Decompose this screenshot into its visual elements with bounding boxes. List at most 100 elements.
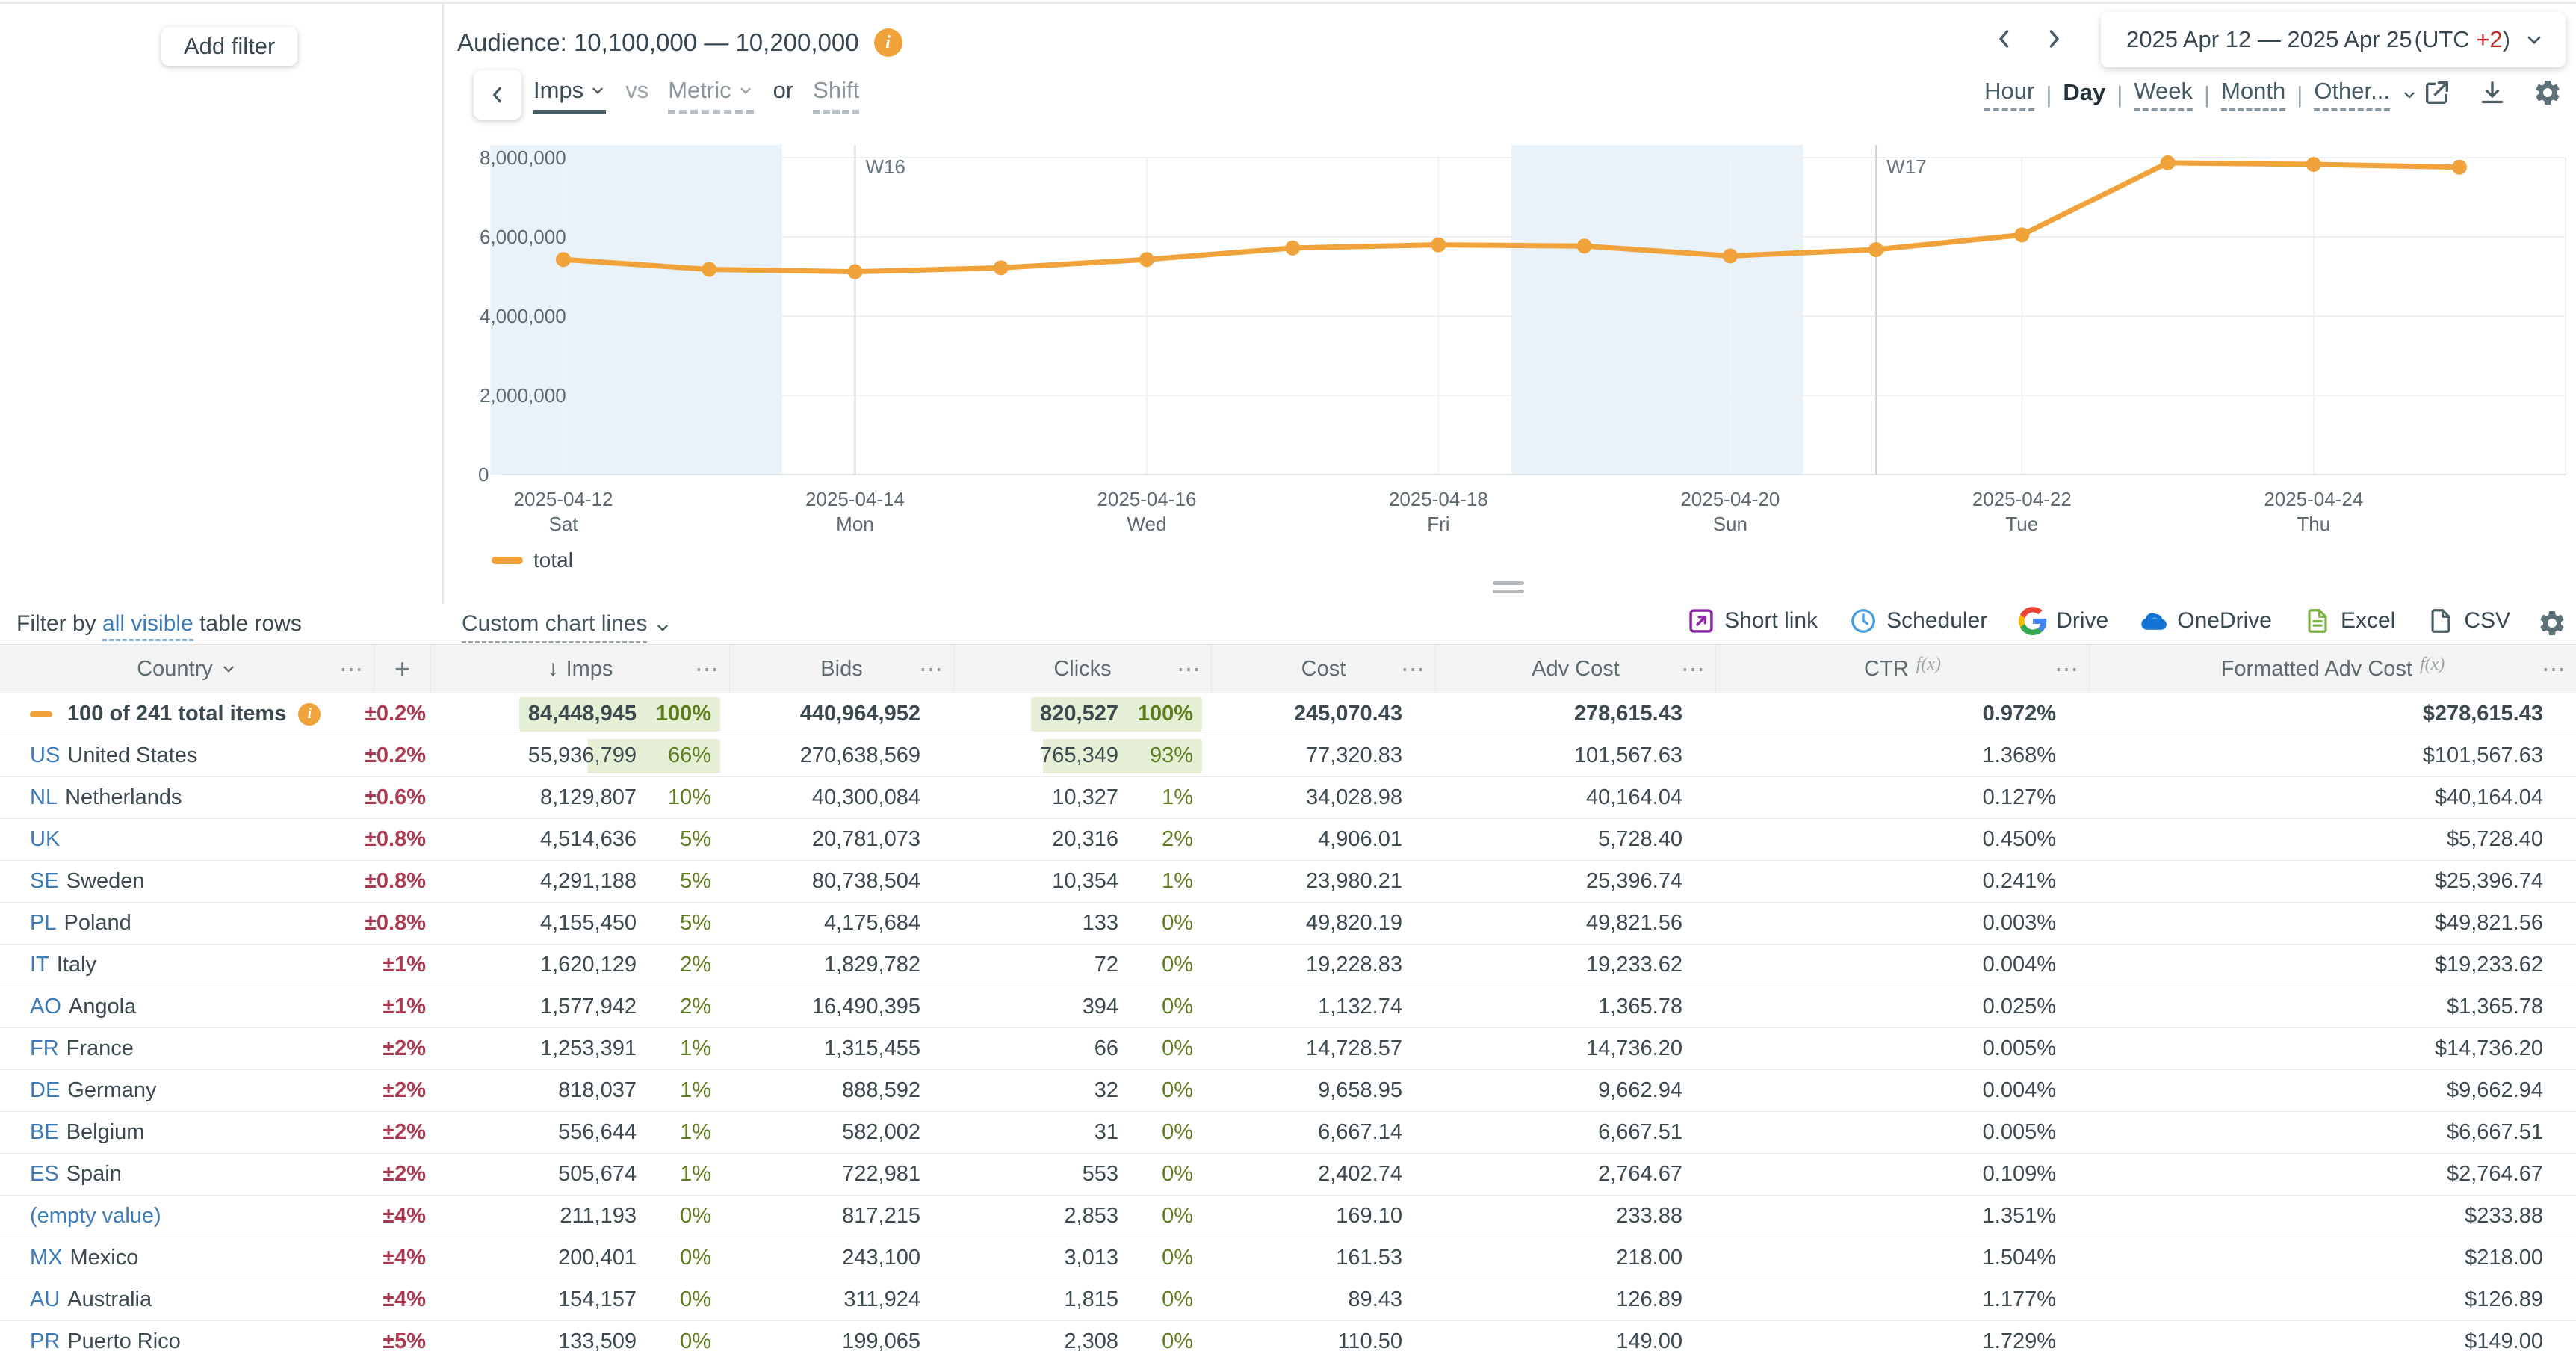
drive-button[interactable]: Drive [2019,607,2108,635]
analytics-dashboard: Add filter Audience: 10,100,000 — 10,200… [0,0,2576,1360]
chart-series-point[interactable] [994,260,1009,275]
column-menu-icon[interactable]: ⋯ [1177,655,1202,683]
interval-week[interactable]: Week [2134,78,2193,111]
excel-icon [2303,607,2332,635]
interval-month[interactable]: Month [2221,78,2285,111]
column-header-fmt_adv_cost[interactable]: Formatted Adv Costf(x)⋯ [2089,645,2576,693]
column-menu-icon[interactable]: ⋯ [1681,655,1706,683]
chart-series-point[interactable] [2306,157,2321,172]
chart-series-point[interactable] [847,265,862,279]
column-menu-icon[interactable]: ⋯ [1401,655,1426,683]
csv-button[interactable]: CSV [2427,607,2510,635]
onedrive-icon [2140,607,2168,635]
compare-metric-select[interactable]: Metric [668,77,753,114]
cell-ctr: 1.729% [1715,1321,2089,1360]
chart-series-point[interactable] [2161,155,2176,170]
download-icon [2477,78,2507,108]
cell-country: UK [0,819,329,860]
table-row[interactable]: MXMexico±4%200,4010%243,1003,0130%161.53… [0,1237,2576,1279]
column-menu-icon[interactable]: ⋯ [339,655,365,683]
shift-select[interactable]: Shift [813,77,859,114]
table-row[interactable]: PRPuerto Rico±5%133,5090%199,0652,3080%1… [0,1321,2576,1360]
cell-clicks: 720% [953,945,1211,986]
chart-series-point[interactable] [1723,248,1738,263]
table-row[interactable]: ESSpain±2%505,6741%722,9815530%2,402.742… [0,1154,2576,1196]
download-button[interactable] [2476,76,2509,109]
interval-other[interactable]: Other... [2314,78,2390,111]
chevron-down-icon [2524,29,2545,50]
chart-series-point[interactable] [2014,227,2029,242]
table-row[interactable]: USUnited States±0.2%55,936,79966%270,638… [0,735,2576,777]
cell-bids: 20,781,073 [729,819,953,860]
column-menu-icon[interactable]: ⋯ [919,655,944,683]
date-next-button[interactable] [2037,22,2071,57]
country-name: Puerto Rico [67,1329,181,1354]
table-row[interactable]: FRFrance±2%1,253,3911%1,315,455660%14,72… [0,1028,2576,1070]
column-header-country[interactable]: Country⋯ [0,645,374,693]
scheduler-button[interactable]: Scheduler [1849,607,1987,635]
primary-metric-select[interactable]: Imps [533,77,606,114]
date-prev-button[interactable] [1987,22,2022,57]
chart-series-point[interactable] [702,262,716,276]
column-header-clicks[interactable]: Clicks⋯ [953,645,1211,693]
info-icon[interactable]: i [874,28,902,57]
collapse-controls-button[interactable] [474,70,521,120]
panel-resize-handle[interactable] [1493,581,1524,598]
chart-series-point[interactable] [1139,252,1154,267]
chart-x-tick-dow-label: Tue [2005,513,2038,535]
table-row[interactable]: DEGermany±2%818,0371%888,592320%9,658.95… [0,1070,2576,1112]
add-filter-button[interactable]: Add filter [161,27,297,66]
table-row[interactable]: (empty value)±4%211,1930%817,2152,8530%1… [0,1196,2576,1237]
timezone-label: (UTC +2) [2415,26,2510,53]
table-row-total[interactable]: 100 of 241 total itemsi±0.2%84,448,94510… [0,693,2576,735]
cell-error-pct: ±0.8% [329,819,430,860]
table-row[interactable]: AUAustralia±4%154,1570%311,9241,8150%89.… [0,1279,2576,1321]
column-header-adv_cost[interactable]: Adv Cost⋯ [1435,645,1715,693]
short-link-button[interactable]: Short link [1687,607,1818,635]
filter-scope-select[interactable]: all visible [102,611,193,641]
table-row[interactable]: BEBelgium±2%556,6441%582,002310%6,667.14… [0,1112,2576,1154]
column-menu-icon[interactable]: ⋯ [2055,655,2080,683]
share-percent: 0% [1118,1288,1193,1312]
column-header-cost[interactable]: Cost⋯ [1211,645,1435,693]
scheduler-icon [1849,607,1877,635]
chart-settings-button[interactable] [2531,76,2564,109]
chart-legend-item-total[interactable]: total [492,548,573,572]
column-header-ctr[interactable]: CTRf(x)⋯ [1715,645,2089,693]
table-row[interactable]: UK±0.8%4,514,6365%20,781,07320,3162%4,90… [0,819,2576,861]
table-row[interactable]: SESweden±0.8%4,291,1885%80,738,50410,354… [0,861,2576,903]
interval-day[interactable]: Day [2063,79,2105,110]
share-percent: 1% [637,1120,711,1145]
column-menu-icon[interactable]: ⋯ [695,655,720,683]
table-row[interactable]: AOAngola±1%1,577,9422%16,490,3953940%1,1… [0,986,2576,1028]
add-column-button[interactable]: + [374,645,430,693]
date-range-picker[interactable]: 2025 Apr 12 — 2025 Apr 25 (UTC +2) [2101,12,2566,67]
chart-series-point[interactable] [1868,242,1883,257]
chart-series-point[interactable] [556,252,571,267]
info-icon[interactable]: i [298,703,321,726]
separator: | [2204,81,2210,108]
scheduler-label: Scheduler [1886,608,1987,634]
table-row[interactable]: NLNetherlands±0.6%8,129,80710%40,300,084… [0,777,2576,819]
drive-label: Drive [2056,608,2108,634]
table-row[interactable]: ITItaly±1%1,620,1292%1,829,782720%19,228… [0,945,2576,986]
cell-bids: 270,638,569 [729,735,953,776]
table-row[interactable]: PLPoland±0.8%4,155,4505%4,175,6841330%49… [0,903,2576,945]
column-header-imps[interactable]: ↓Imps⋯ [430,645,729,693]
open-in-new-button[interactable] [2421,76,2453,109]
onedrive-button[interactable]: OneDrive [2140,607,2272,635]
interval-hour[interactable]: Hour [1984,78,2034,111]
custom-chart-lines-select[interactable]: Custom chart lines [462,611,671,643]
excel-button[interactable]: Excel [2303,607,2395,635]
column-label: Formatted Adv Cost [2221,657,2412,681]
chart-series-point[interactable] [1577,238,1592,253]
chart-series-point[interactable] [1285,241,1300,256]
column-menu-icon[interactable]: ⋯ [2542,655,2567,683]
chart-x-tick-label: 2025-04-20 [1680,488,1780,510]
cell-error-pct: ±4% [329,1237,430,1279]
chart-series-point[interactable] [2452,160,2467,175]
column-header-bids[interactable]: Bids⋯ [729,645,953,693]
value: 32 [1095,1078,1118,1103]
chart-series-point[interactable] [1431,238,1446,253]
table-settings-button[interactable] [2537,608,2567,640]
